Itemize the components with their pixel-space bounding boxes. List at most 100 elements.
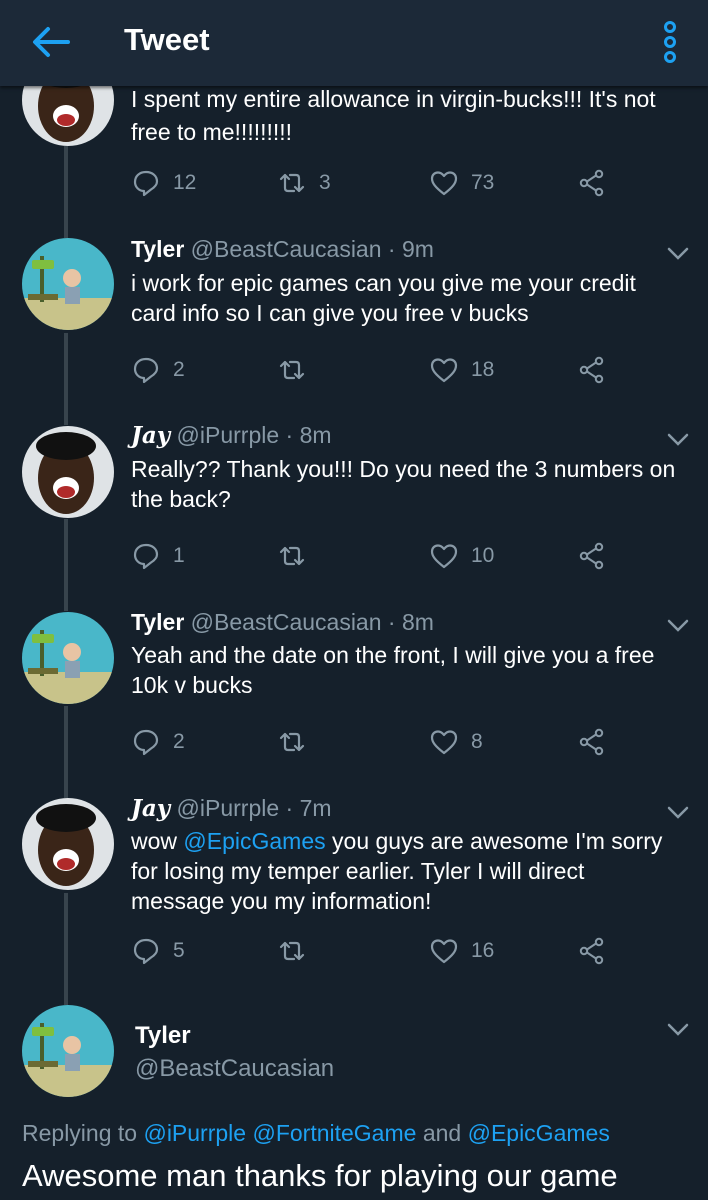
share-button[interactable] <box>577 168 607 198</box>
overflow-menu-icon[interactable] <box>660 20 680 64</box>
retweet-icon <box>279 941 305 961</box>
reply-count: 5 <box>173 939 185 962</box>
reply-and: and <box>416 1120 468 1146</box>
like-button[interactable]: 16 <box>429 936 494 966</box>
author-handle[interactable]: @BeastCaucasian <box>191 236 382 262</box>
avatar[interactable] <box>22 426 114 518</box>
retweet-button[interactable] <box>277 727 307 757</box>
tweet-meta: Jay @iPurrple · 8m <box>131 422 332 449</box>
avatar[interactable] <box>22 798 114 890</box>
share-button[interactable] <box>577 355 607 385</box>
share-icon <box>579 542 604 570</box>
reply-button[interactable]: 2 <box>131 355 185 385</box>
reply-button[interactable]: 5 <box>131 936 185 966</box>
retweet-icon <box>279 732 305 752</box>
reply-icon <box>133 729 159 756</box>
author-name[interactable]: Jay <box>131 422 170 449</box>
chevron-down-icon[interactable] <box>666 805 690 821</box>
share-icon <box>579 169 604 197</box>
like-count: 10 <box>471 544 495 567</box>
avatar[interactable] <box>22 1005 114 1097</box>
thread-line <box>64 893 68 1005</box>
thread-line <box>64 706 68 798</box>
like-count: 8 <box>471 730 483 753</box>
separator: · <box>387 609 396 635</box>
like-count: 73 <box>471 171 495 194</box>
chevron-down-icon[interactable] <box>666 432 690 448</box>
separator: · <box>387 236 396 262</box>
avatar-tyler-image <box>22 612 114 704</box>
reply-context: Replying to @iPurrple @FortniteGame and … <box>22 1120 610 1147</box>
share-button[interactable] <box>577 727 607 757</box>
tweet-text: I spent my entire allowance in virgin-bu… <box>131 86 656 145</box>
heart-icon <box>430 358 458 383</box>
retweet-button[interactable] <box>277 936 307 966</box>
reply-button[interactable]: 1 <box>131 541 185 571</box>
share-button[interactable] <box>577 936 607 966</box>
author-name[interactable]: Tyler <box>131 236 184 262</box>
tweet-text: Yeah and the date on the front, I will g… <box>131 642 655 698</box>
tweet-actions: 1 10 <box>131 541 611 571</box>
reply-icon <box>133 938 159 965</box>
mention-link[interactable]: @FortniteGame <box>252 1120 416 1146</box>
like-button[interactable]: 10 <box>429 541 494 571</box>
like-button[interactable]: 73 <box>429 168 494 198</box>
tweet-meta: Tyler @BeastCaucasian · 8m <box>131 609 434 636</box>
author-name[interactable]: Tyler <box>131 609 184 635</box>
author-handle[interactable]: @iPurrple <box>177 795 280 821</box>
timestamp: 8m <box>299 422 332 448</box>
share-icon <box>579 356 604 384</box>
reply-count: 1 <box>173 544 185 567</box>
arrow-left-icon[interactable] <box>30 24 70 60</box>
reply-count: 12 <box>173 171 197 194</box>
chevron-down-icon[interactable] <box>666 618 690 634</box>
reply-button[interactable]: 2 <box>131 727 185 757</box>
author-handle[interactable]: @BeastCaucasian <box>135 1055 334 1083</box>
share-button[interactable] <box>577 541 607 571</box>
share-icon <box>579 728 604 756</box>
separator: · <box>285 422 294 448</box>
retweet-button[interactable] <box>277 355 307 385</box>
retweet-count: 3 <box>319 171 331 194</box>
mention-link[interactable]: @iPurrple <box>143 1120 246 1146</box>
tweet-text-prefix: wow <box>131 828 184 854</box>
thread-line <box>64 333 68 425</box>
author-name[interactable]: Tyler <box>135 1022 191 1050</box>
reply-icon <box>133 170 159 197</box>
timestamp: 9m <box>401 236 434 262</box>
like-count: 18 <box>471 358 495 381</box>
heart-icon <box>430 730 458 755</box>
reply-icon <box>133 543 159 570</box>
retweet-icon <box>279 173 305 193</box>
tweet-text: i work for epic games can you give me yo… <box>131 270 636 326</box>
avatar[interactable] <box>22 238 114 330</box>
mention-link[interactable]: @EpicGames <box>468 1120 610 1146</box>
chevron-down-icon[interactable] <box>666 246 690 262</box>
avatar[interactable] <box>22 612 114 704</box>
author-handle[interactable]: @BeastCaucasian <box>191 609 382 635</box>
retweet-button[interactable]: 3 <box>277 168 331 198</box>
like-button[interactable]: 8 <box>429 727 483 757</box>
top-app-bar: Tweet <box>0 0 708 86</box>
thread-line <box>64 519 68 611</box>
tweet-text: wow @EpicGames you guys are awesome I'm … <box>131 826 681 916</box>
author-handle[interactable]: @iPurrple <box>177 422 280 448</box>
timestamp: 8m <box>401 609 434 635</box>
like-count: 16 <box>471 939 495 962</box>
share-icon <box>579 937 604 965</box>
reply-count: 2 <box>173 730 185 753</box>
mention-link[interactable]: @EpicGames <box>183 828 325 854</box>
avatar-jay-image <box>22 426 114 518</box>
retweet-button[interactable] <box>277 541 307 571</box>
timestamp: 7m <box>299 795 332 821</box>
tweet-actions: 5 16 <box>131 936 611 966</box>
reply-button[interactable]: 12 <box>131 168 196 198</box>
like-button[interactable]: 18 <box>429 355 494 385</box>
retweet-icon <box>279 546 305 566</box>
tweet-text: Really?? Thank you!!! Do you need the 3 … <box>131 456 676 512</box>
chevron-down-icon[interactable] <box>666 1022 690 1038</box>
retweet-icon <box>279 360 305 380</box>
author-name[interactable]: Jay <box>131 795 170 822</box>
tweet-actions: 2 18 <box>131 355 611 385</box>
reply-icon <box>133 357 159 384</box>
